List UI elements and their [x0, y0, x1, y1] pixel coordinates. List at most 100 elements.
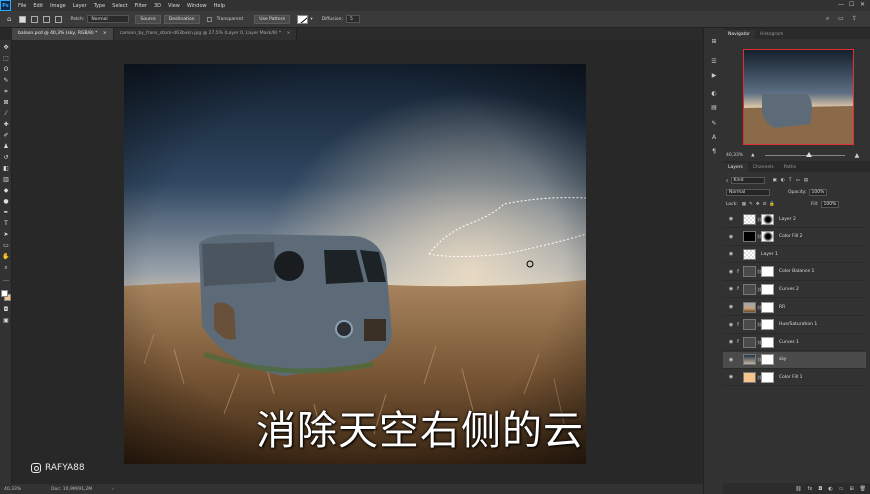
- menu-filter[interactable]: Filter: [135, 3, 147, 9]
- lock-position-icon[interactable]: ✥: [756, 202, 760, 207]
- layer-thumbnail[interactable]: [743, 266, 756, 278]
- layer-row[interactable]: ◉ ⛓ sky: [723, 351, 866, 369]
- status-zoom[interactable]: 40,33%: [4, 487, 21, 492]
- menu-edit[interactable]: Edit: [33, 3, 43, 9]
- subtract-selection-icon[interactable]: [43, 15, 51, 23]
- tab-layers[interactable]: Layers: [723, 163, 748, 172]
- layer-thumbnail[interactable]: [743, 248, 756, 260]
- delete-layer-icon[interactable]: 🗑: [860, 486, 866, 492]
- layer-mask-thumbnail[interactable]: [761, 354, 774, 366]
- hand-tool-icon[interactable]: ✋: [2, 253, 10, 261]
- shape-tool-icon[interactable]: ▭: [2, 242, 10, 250]
- type-tool-icon[interactable]: T: [2, 220, 10, 228]
- menu-help[interactable]: Help: [214, 3, 225, 9]
- properties-panel-icon[interactable]: ☰: [710, 58, 718, 66]
- add-selection-icon[interactable]: [31, 15, 39, 23]
- frame-tool-icon[interactable]: ⊠: [2, 99, 10, 107]
- move-tool-icon[interactable]: ✥: [2, 44, 10, 52]
- layer-name[interactable]: Color Balance 1: [779, 269, 814, 274]
- visibility-eye-icon[interactable]: ◉: [727, 322, 735, 328]
- tab-histogram[interactable]: Histogram: [755, 30, 788, 39]
- navigator-zoom-slider[interactable]: [764, 151, 845, 157]
- layer-row[interactable]: ◉ f ⛓ Curves 2: [723, 281, 866, 299]
- layer-mask-thumbnail[interactable]: [761, 336, 774, 348]
- layer-thumbnail[interactable]: [743, 283, 756, 295]
- layer-thumbnail[interactable]: [743, 354, 756, 366]
- fx-icon[interactable]: fx: [808, 486, 813, 492]
- menu-window[interactable]: Window: [187, 3, 207, 9]
- layer-thumbnail[interactable]: [743, 371, 756, 383]
- layer-thumbnail[interactable]: [743, 231, 756, 243]
- layer-mask-thumbnail[interactable]: [761, 319, 774, 331]
- menu-file[interactable]: File: [18, 3, 26, 9]
- layer-mask-thumbnail[interactable]: [761, 283, 774, 295]
- tab-camion[interactable]: camion_by_frans_stock-d63bvkn.jpg @ 27,5…: [113, 28, 298, 40]
- layer-mask-thumbnail[interactable]: [761, 213, 774, 225]
- transparent-checkbox[interactable]: [206, 16, 212, 22]
- layer-name[interactable]: Layer 1: [761, 252, 778, 257]
- zoom-out-icon[interactable]: ▲: [751, 153, 754, 158]
- destination-button[interactable]: Destination: [163, 14, 200, 24]
- zoom-slider-thumb[interactable]: [805, 151, 812, 157]
- visibility-eye-icon[interactable]: ◉: [727, 216, 735, 222]
- close-tab-icon[interactable]: ×: [103, 31, 107, 36]
- lock-pixels-icon[interactable]: ▦: [742, 202, 746, 207]
- layer-row[interactable]: ◉ f ⛓ Color Balance 1: [723, 264, 866, 281]
- opacity-input[interactable]: 100%: [808, 189, 827, 196]
- layer-row[interactable]: ◉ ⛓ Color Fill 1: [723, 369, 866, 387]
- lock-artboard-icon[interactable]: ⊡: [763, 202, 767, 207]
- filter-adjust-icon[interactable]: ◐: [781, 178, 785, 183]
- actions-panel-icon[interactable]: ▶: [710, 72, 718, 80]
- filter-type-icon[interactable]: T: [789, 178, 792, 183]
- pattern-dropdown-icon[interactable]: ▾: [310, 17, 312, 22]
- tab-navigator[interactable]: Navigator: [723, 30, 756, 39]
- add-mask-icon[interactable]: ◘: [818, 486, 822, 492]
- layer-row[interactable]: ◉ ⛓ Color Fill 2: [723, 229, 866, 246]
- gradient-tool-icon[interactable]: ▥: [2, 176, 10, 184]
- close-tab-icon[interactable]: ×: [287, 31, 291, 36]
- intersect-selection-icon[interactable]: [55, 15, 63, 23]
- filter-pixel-icon[interactable]: ▣: [773, 178, 777, 183]
- marquee-tool-icon[interactable]: ⬚: [2, 55, 10, 63]
- new-group-icon[interactable]: ▭: [839, 486, 844, 492]
- quick-mask-icon[interactable]: ◘: [2, 306, 10, 314]
- foreground-color-swatch[interactable]: [1, 290, 8, 297]
- patch-mode-select[interactable]: Normal: [87, 15, 130, 23]
- tab-channels[interactable]: Channels: [748, 163, 779, 172]
- maximize-icon[interactable]: ☐: [849, 1, 854, 8]
- fill-input[interactable]: 100%: [820, 201, 839, 208]
- layer-row[interactable]: ◉ ⛓ RR: [723, 299, 866, 316]
- source-button[interactable]: Source: [135, 14, 161, 24]
- dodge-tool-icon[interactable]: ●: [2, 198, 10, 206]
- lock-all-icon[interactable]: 🔒: [769, 202, 775, 207]
- brush-panel-icon[interactable]: ✎: [710, 120, 718, 128]
- minimize-icon[interactable]: —: [838, 1, 844, 8]
- clone-stamp-tool-icon[interactable]: ♟: [2, 143, 10, 151]
- zoom-tool-icon[interactable]: ⌕: [2, 264, 10, 272]
- eraser-tool-icon[interactable]: ◧: [2, 165, 10, 173]
- eyedropper-tool-icon[interactable]: ⁄: [2, 110, 10, 118]
- history-panel-icon[interactable]: ⊞: [710, 38, 718, 46]
- quick-select-tool-icon[interactable]: ✎: [2, 77, 10, 85]
- search-icon[interactable]: ⌕: [826, 15, 829, 23]
- zoom-in-icon[interactable]: ▲: [855, 152, 860, 159]
- menu-image[interactable]: Image: [50, 3, 66, 9]
- layer-row[interactable]: ◉ f ⛓ Hue/Saturation 1: [723, 317, 866, 334]
- more-tools-icon[interactable]: …: [2, 276, 10, 284]
- layer-name[interactable]: Hue/Saturation 1: [779, 322, 817, 327]
- visibility-eye-icon[interactable]: ◉: [727, 339, 735, 345]
- patch-tool-icon[interactable]: ⌂: [7, 15, 11, 23]
- visibility-eye-icon[interactable]: ◉: [727, 269, 735, 275]
- history-brush-tool-icon[interactable]: ↺: [2, 154, 10, 162]
- adjustments-panel-icon[interactable]: ◐: [710, 90, 718, 98]
- lock-paint-icon[interactable]: ✎: [749, 202, 753, 207]
- menu-layer[interactable]: Layer: [73, 3, 87, 9]
- layer-name[interactable]: sky: [779, 357, 786, 362]
- layer-name[interactable]: Color Fill 2: [779, 234, 802, 239]
- filter-search-icon[interactable]: ⌕: [726, 178, 729, 184]
- layer-kind-select[interactable]: Kind: [730, 177, 765, 184]
- layer-mask-thumbnail[interactable]: [761, 371, 774, 383]
- pen-tool-icon[interactable]: ✒: [2, 209, 10, 217]
- navigator-preview[interactable]: [743, 49, 854, 145]
- filter-shape-icon[interactable]: ▭: [795, 178, 799, 183]
